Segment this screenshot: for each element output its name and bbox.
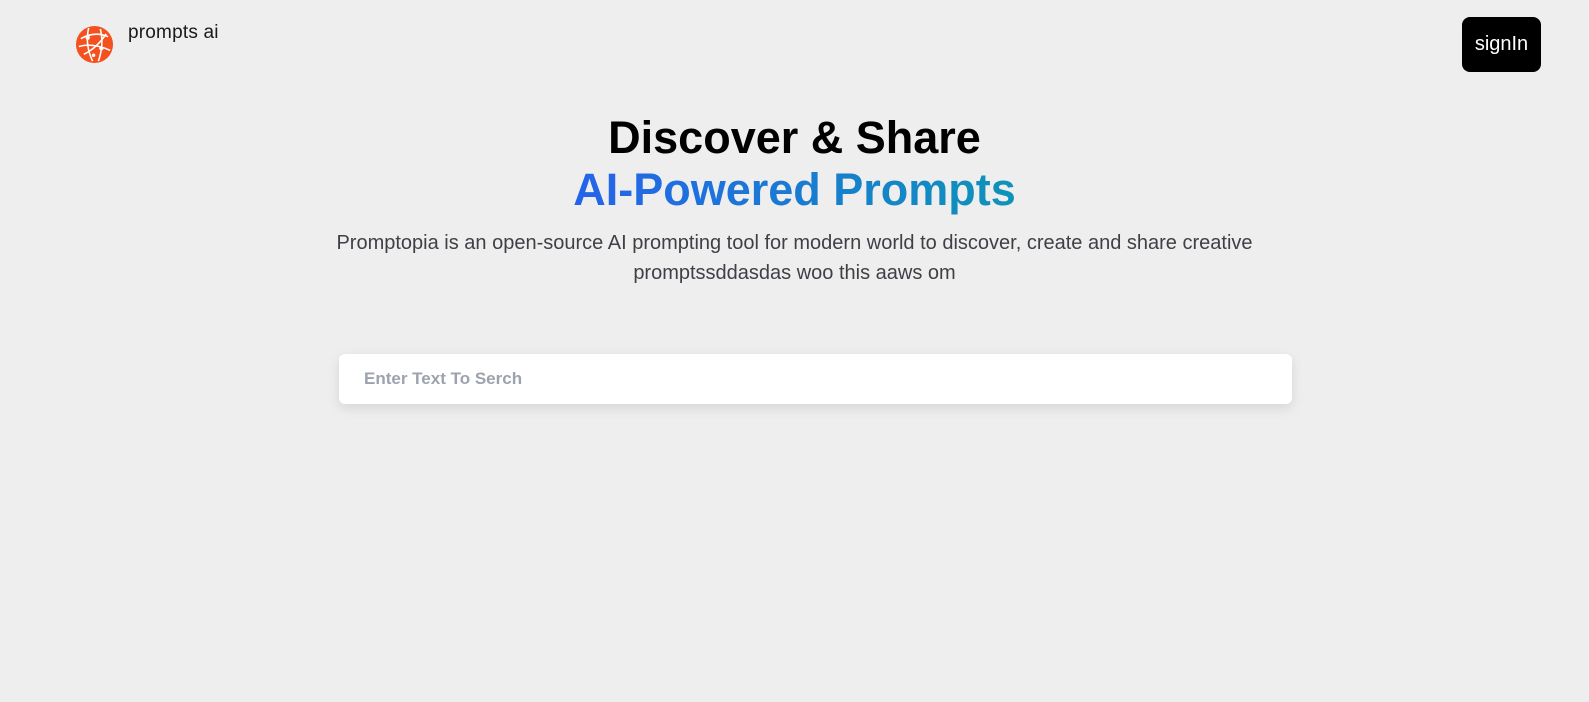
search-input[interactable]	[339, 354, 1292, 404]
brand-name: prompts ai	[128, 22, 219, 43]
hero-description: Promptopia is an open-source AI promptin…	[336, 232, 1253, 284]
hero-title-gradient: AI-Powered Prompts	[573, 164, 1016, 215]
hero-section: Discover & Share AI-Powered Prompts Prom…	[0, 112, 1589, 288]
top-navbar: prompts ai signIn	[0, 0, 1589, 90]
sign-in-button[interactable]: signIn	[1462, 17, 1541, 72]
hero-title: Discover & Share	[608, 112, 981, 163]
brand-link[interactable]: prompts ai	[75, 22, 219, 64]
globe-network-icon	[75, 25, 114, 64]
